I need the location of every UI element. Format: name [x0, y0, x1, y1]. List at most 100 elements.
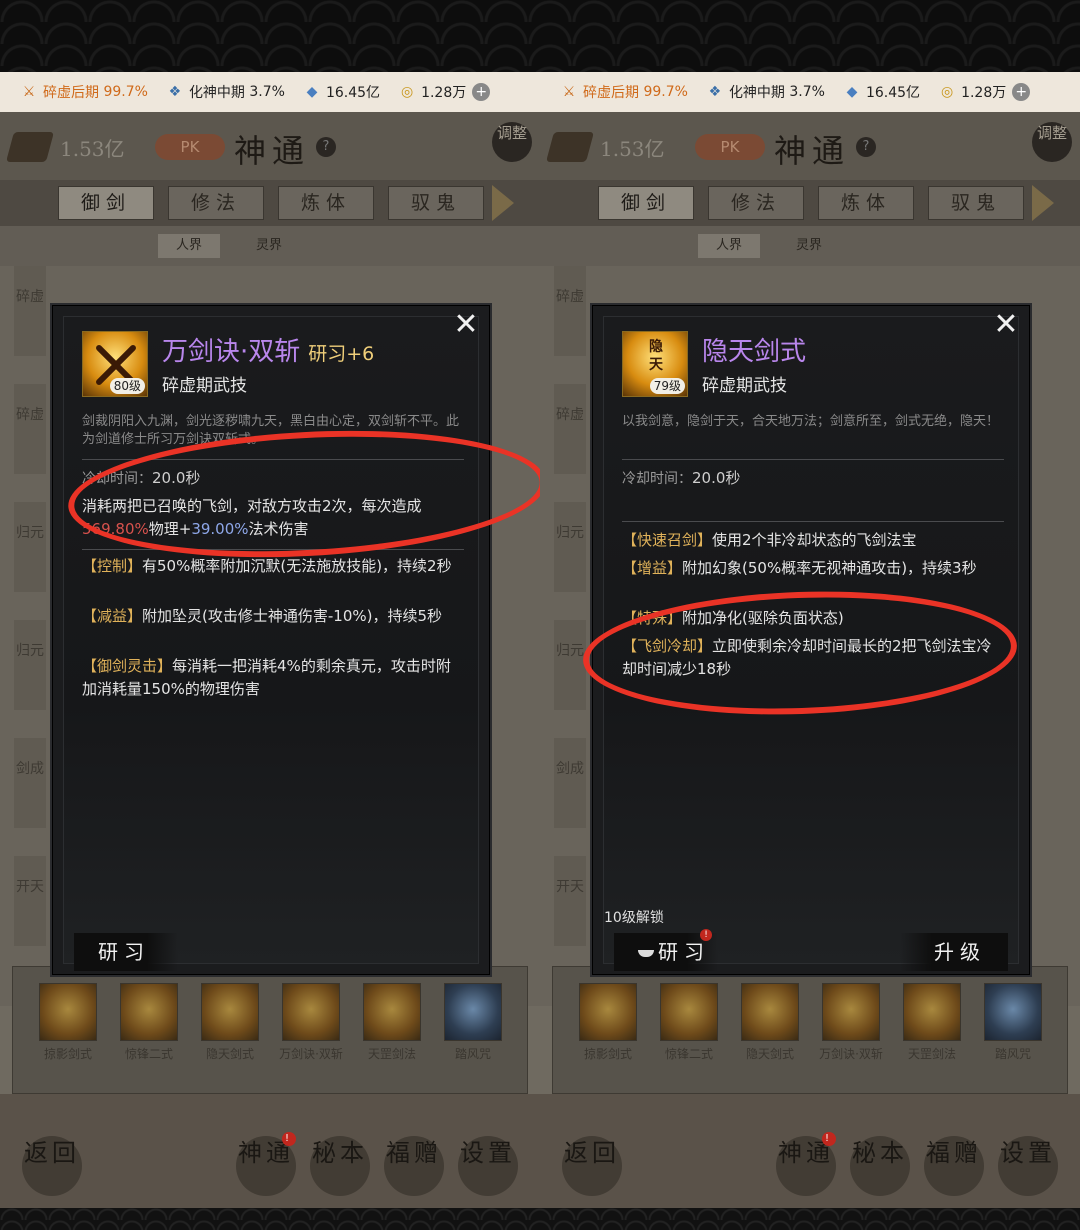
- skill-slot[interactable]: 隐天剑式: [737, 983, 803, 1062]
- realm-label: 碎虚: [554, 266, 586, 356]
- skill-image: [363, 983, 421, 1041]
- tab-yujian[interactable]: 御剑: [58, 186, 154, 220]
- skill-slot[interactable]: 惊锋二式: [116, 983, 182, 1062]
- skill-icon: 80级: [82, 331, 148, 397]
- main-effect: 消耗两把已召唤的飞剑，对敌方攻击2次，每次造成569.80%物理+39.00%法…: [82, 497, 422, 538]
- add-coins-button[interactable]: +: [1012, 83, 1031, 101]
- skill-type: 碎虚期武技: [162, 376, 247, 396]
- nav-settings-button[interactable]: 设置: [998, 1136, 1058, 1196]
- realm-label: 开天: [554, 856, 586, 946]
- skill-image: [660, 983, 718, 1041]
- skill-slot[interactable]: 踏风咒: [980, 983, 1046, 1062]
- nav-back-button[interactable]: 返回: [22, 1136, 82, 1196]
- skill-slot[interactable]: 天罡剑法: [899, 983, 965, 1062]
- tab-next-arrow-icon[interactable]: [492, 185, 514, 221]
- skill-slot[interactable]: 踏风咒: [440, 983, 506, 1062]
- header: 1.53亿 PK 神通 ? 调整: [0, 112, 540, 180]
- crystal-icon: ◆: [846, 84, 858, 100]
- nav-miben-button[interactable]: 秘本: [850, 1136, 910, 1196]
- realm-label: 归元: [14, 620, 46, 710]
- subtab-human[interactable]: 人界: [698, 234, 760, 258]
- realm-label: 归元: [554, 620, 586, 710]
- pk-button[interactable]: PK: [155, 134, 225, 160]
- bowl-icon: [638, 950, 654, 957]
- tab-next-arrow-icon[interactable]: [1032, 185, 1054, 221]
- header: 1.53亿 PK 神通 ? 调整: [540, 112, 1080, 180]
- stones-status: ◆ 16.45亿: [843, 82, 920, 102]
- close-icon[interactable]: ✕: [991, 310, 1021, 340]
- subtab-spirit[interactable]: 灵界: [778, 234, 840, 258]
- tab-xiufa[interactable]: 修法: [708, 186, 804, 220]
- skill-image: [822, 983, 880, 1041]
- research-button[interactable]: 研习: [74, 933, 178, 971]
- tab-xiufa[interactable]: 修法: [168, 186, 264, 220]
- realm-label: 剑成: [554, 738, 586, 828]
- sword-icon: ⚔: [22, 84, 36, 100]
- scroll-icon: [5, 132, 55, 162]
- top-pattern-band: [0, 0, 1080, 72]
- close-icon[interactable]: ✕: [451, 310, 481, 340]
- skill-slot[interactable]: 惊锋二式: [656, 983, 722, 1062]
- pk-button[interactable]: PK: [695, 134, 765, 160]
- skill-slot[interactable]: 万剑诀·双斩: [278, 983, 344, 1062]
- tab-yujian[interactable]: 御剑: [598, 186, 694, 220]
- add-coins-button[interactable]: +: [472, 83, 491, 101]
- skill-slot[interactable]: 万剑诀·双斩: [818, 983, 884, 1062]
- level-badge: 79级: [649, 378, 685, 394]
- effect-debuff: 【减益】附加坠灵(攻击修士神通伤害-10%)，持续5秒: [82, 607, 443, 625]
- bottom-nav: 返回 神通! 秘本 福赠 设置: [0, 1094, 540, 1208]
- alert-badge-icon: !: [282, 1132, 296, 1146]
- skill-slot[interactable]: 掠影剑式: [35, 983, 101, 1062]
- tab-yugui[interactable]: 驭鬼: [928, 186, 1024, 220]
- subtab-human[interactable]: 人界: [158, 234, 220, 258]
- tab-lianti[interactable]: 炼体: [278, 186, 374, 220]
- effect-sword-cooldown: 【飞剑冷却】立即使剩余冷却时间最长的2把飞剑法宝冷却时间减少18秒: [622, 637, 992, 678]
- adjust-button[interactable]: 调整: [492, 122, 532, 162]
- adjust-button[interactable]: 调整: [1032, 122, 1072, 162]
- money-display: 1.53亿: [545, 132, 665, 162]
- page-title: 神通: [774, 132, 851, 170]
- skill-image: [903, 983, 961, 1041]
- nav-miben-button[interactable]: 秘本: [310, 1136, 370, 1196]
- upgrade-button[interactable]: 升级: [900, 933, 1008, 971]
- nav-back-button[interactable]: 返回: [562, 1136, 622, 1196]
- subtab-bar: 人界 灵界: [0, 226, 540, 266]
- fan-icon: ❖: [168, 84, 182, 100]
- skill-image: [282, 983, 340, 1041]
- nav-settings-button[interactable]: 设置: [458, 1136, 518, 1196]
- nav-fuzeng-button[interactable]: 福赠: [924, 1136, 984, 1196]
- skill-image: [741, 983, 799, 1041]
- modal-panel: 隐天 79级 隐天剑式 碎虚期武技 以我剑意，隐剑于天，合天地万法；剑意所至，剑式…: [603, 316, 1019, 971]
- skill-image: [39, 983, 97, 1041]
- tab-yugui[interactable]: 驭鬼: [388, 186, 484, 220]
- stones-status: ◆ 16.45亿: [303, 82, 380, 102]
- tab-bar: 御剑 修法 炼体 驭鬼: [0, 180, 540, 226]
- realm2-status: ❖ 化神中期 3.7%: [166, 82, 285, 102]
- help-icon[interactable]: ?: [856, 137, 876, 157]
- cooldown: 冷却时间：20.0秒: [82, 469, 201, 487]
- subtab-spirit[interactable]: 灵界: [238, 234, 300, 258]
- nav-fuzeng-button[interactable]: 福赠: [384, 1136, 444, 1196]
- effect-fast-summon: 【快速召剑】使用2个非冷却状态的飞剑法宝: [622, 531, 917, 549]
- scroll-icon: [545, 132, 595, 162]
- tab-lianti[interactable]: 炼体: [818, 186, 914, 220]
- realm-label: 归元: [554, 502, 586, 592]
- coin-icon: ◎: [940, 84, 954, 100]
- effect-sword-strike: 【御剑灵击】每消耗一把消耗4%的剩余真元，攻击时附加消耗量150%的物理伤害: [82, 657, 451, 698]
- alert-badge-icon: !: [822, 1132, 836, 1146]
- modal-panel: 80级 万剑诀·双斩 研习+6 碎虚期武技 剑裁阴阳入九渊，剑光逐秽啸九天，黑白由…: [63, 316, 479, 971]
- nav-shentong-button[interactable]: 神通!: [776, 1132, 836, 1196]
- divider: [622, 521, 1004, 522]
- help-icon[interactable]: ?: [316, 137, 336, 157]
- skill-slot[interactable]: 隐天剑式: [197, 983, 263, 1062]
- skill-description: 以我剑意，隐剑于天，合天地万法；剑意所至，剑式无绝，隐天！: [622, 414, 1000, 429]
- fan-icon: ❖: [708, 84, 722, 100]
- skill-name: 隐天剑式: [702, 337, 807, 367]
- skill-slot[interactable]: 掠影剑式: [575, 983, 641, 1062]
- skill-detail-modal: 80级 万剑诀·双斩 研习+6 碎虚期武技 剑裁阴阳入九渊，剑光逐秽啸九天，黑白由…: [52, 305, 490, 975]
- nav-shentong-button[interactable]: 神通!: [236, 1132, 296, 1196]
- realm2-status: ❖ 化神中期 3.7%: [706, 82, 825, 102]
- realm-label: 剑成: [14, 738, 46, 828]
- skill-slot[interactable]: 天罡剑法: [359, 983, 425, 1062]
- effect-special: 【特殊】附加净化(驱除负面状态): [622, 609, 844, 627]
